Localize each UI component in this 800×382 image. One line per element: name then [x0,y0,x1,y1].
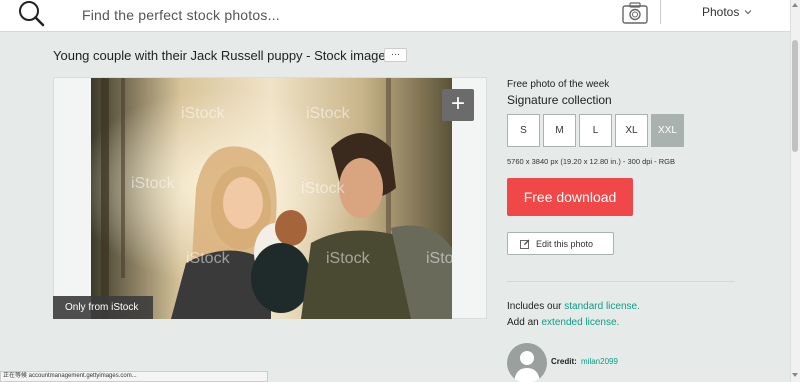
edit-pencil-icon [520,239,530,249]
chevron-down-icon [744,10,752,15]
browser-status-bar: 正在等候 accountmanagement.gettyimages.com..… [0,371,268,382]
svg-text:iStock: iStock [326,250,371,267]
section-divider [507,281,735,282]
edit-photo-label: Edit this photo [536,238,594,249]
contributor-avatar[interactable] [507,343,547,382]
svg-text:iStock: iStock [186,250,231,267]
scroll-down-arrow-icon[interactable] [792,372,798,378]
top-search-bar: Find the perfect stock photos... Photos [0,0,790,32]
credit-label: Credit: [551,357,577,366]
image-dimensions: 5760 x 3840 px (19.20 x 12.80 in.) - 300… [507,157,676,166]
extended-license-link[interactable]: extended license. [541,317,619,328]
contributor-link[interactable]: milan2099 [581,357,618,366]
size-option-s[interactable]: S [507,114,540,147]
free-download-button[interactable]: Free download [507,178,633,216]
size-option-l[interactable]: L [579,114,612,147]
svg-text:iStock: iStock [181,105,226,122]
svg-text:iStock: iStock [131,175,176,192]
svg-text:iStock: iStock [306,105,351,122]
edit-photo-button[interactable]: Edit this photo [507,232,614,255]
svg-text:iStock: iStock [301,180,346,197]
collection-name: Signature collection [507,93,612,107]
user-silhouette-icon [514,351,540,382]
week-label: Free photo of the week [507,79,610,90]
license-text: Includes our [507,301,565,312]
size-selector: S M L XL XXL [507,114,684,147]
svg-text:iStock: iStock [426,250,452,267]
stock-photo[interactable]: iStock iStock iStock iStock iStock iStoc… [91,78,452,319]
license-text: Add an [507,317,542,328]
license-line-standard: Includes our standard license. [507,301,640,312]
media-type-dropdown[interactable]: Photos [702,5,752,19]
exclusive-badge: Only from iStock [53,296,153,319]
search-input[interactable]: Find the perfect stock photos... [82,7,280,23]
license-line-extended: Add an extended license. [507,317,619,328]
search-icon[interactable] [16,0,46,30]
media-type-label: Photos [702,5,740,19]
standard-license-link[interactable]: standard license. [564,301,640,312]
more-options-button[interactable]: ··· [384,48,407,62]
scrollbar-thumb[interactable] [792,40,798,152]
page-title: Young couple with their Jack Russell pup… [53,48,386,63]
size-option-xxl[interactable]: XXL [651,114,684,147]
camera-icon[interactable] [621,1,649,25]
size-option-xl[interactable]: XL [615,114,648,147]
image-preview-panel: iStock iStock iStock iStock iStock iStoc… [53,77,487,319]
size-option-m[interactable]: M [543,114,576,147]
topbar-divider [660,0,661,24]
scroll-up-arrow-icon[interactable] [792,2,798,8]
add-to-board-button[interactable]: + [442,89,474,121]
